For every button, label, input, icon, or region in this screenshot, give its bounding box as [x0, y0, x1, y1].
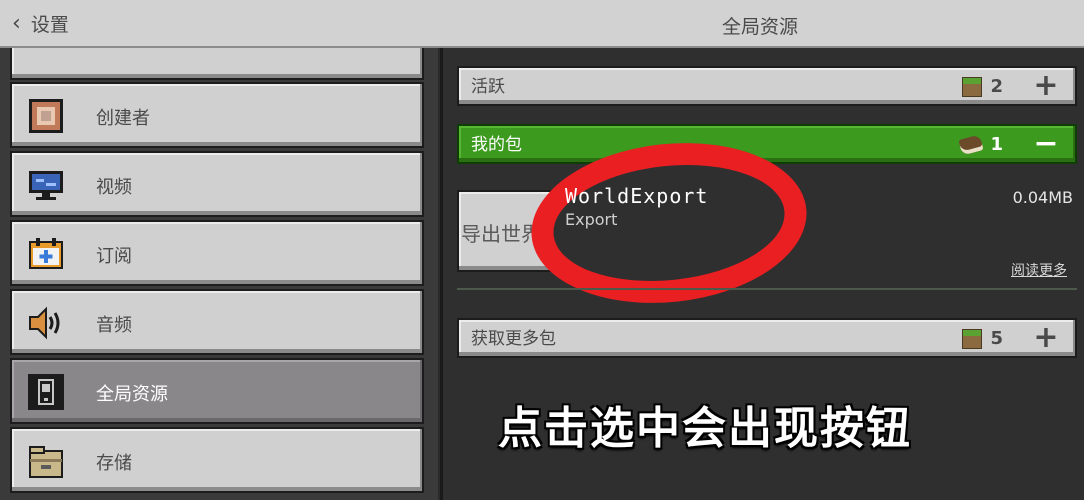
sidebar-item-creator[interactable]: 创建者	[10, 82, 424, 148]
pack-size: 0.04MB	[1012, 188, 1073, 207]
sidebar-item-partial[interactable]	[10, 48, 424, 80]
grass-block-icon	[962, 76, 983, 97]
monitor-icon	[29, 171, 63, 200]
folder-box-icon	[29, 446, 63, 478]
collapse-minus-icon[interactable]: −	[1031, 128, 1061, 160]
pack-name[interactable]: WorldExport	[565, 184, 708, 208]
speaker-icon	[29, 306, 60, 340]
command-block-icon	[29, 99, 63, 133]
expand-plus-icon[interactable]: +	[1031, 70, 1061, 102]
top-bar: ‹ 设置 全局资源	[0, 0, 1084, 48]
back-button[interactable]: ‹ 设置	[12, 8, 69, 38]
sidebar-item-global-resources[interactable]: 全局资源	[10, 358, 424, 424]
read-more-link[interactable]: 阅读更多	[1011, 260, 1067, 280]
sidebar-item-label: 创建者	[96, 108, 150, 129]
my-pack-count: 1	[958, 133, 1003, 156]
pack-subtitle: Export	[565, 210, 618, 229]
get-more-packs-section[interactable]: 获取更多包 5 +	[457, 318, 1077, 358]
more-pack-count: 5	[962, 328, 1003, 349]
my-packs-section[interactable]: 我的包 1 −	[457, 124, 1077, 164]
back-label: 设置	[30, 13, 69, 36]
sidebar-item-video[interactable]: 视频	[10, 151, 424, 217]
page-title: 全局资源	[721, 16, 798, 38]
section-label: 我的包	[471, 135, 522, 155]
partial-icon	[28, 48, 64, 68]
video-caption: 点击选中会出现按钮	[498, 403, 912, 454]
section-label: 活跃	[471, 77, 505, 97]
divider	[457, 288, 1077, 290]
active-packs-section[interactable]: 活跃 2 +	[457, 66, 1077, 106]
sidebar-item-label: 音频	[96, 315, 132, 336]
sidebar-item-label: 视频	[96, 177, 132, 198]
active-pack-count: 2	[962, 76, 1003, 97]
sidebar-item-audio[interactable]: 音频	[10, 289, 424, 355]
sidebar-item-label: 存储	[96, 453, 132, 474]
sidebar-item-label: 全局资源	[96, 384, 168, 405]
grass-block-icon	[962, 328, 983, 349]
chevron-left-icon: ‹	[12, 10, 21, 36]
export-button-label: 导出世界	[461, 222, 541, 246]
section-label: 获取更多包	[471, 329, 556, 349]
sidebar-item-subscriptions[interactable]: 订阅	[10, 220, 424, 286]
book-icon	[958, 133, 985, 156]
settings-sidebar: 创建者 视频 订阅 音频 全局资源 存储	[0, 48, 438, 500]
expand-plus-icon[interactable]: +	[1031, 322, 1061, 354]
device-icon	[28, 374, 64, 410]
sidebar-item-storage[interactable]: 存储	[10, 427, 424, 493]
calendar-plus-icon	[29, 238, 63, 269]
sidebar-item-label: 订阅	[96, 246, 132, 267]
